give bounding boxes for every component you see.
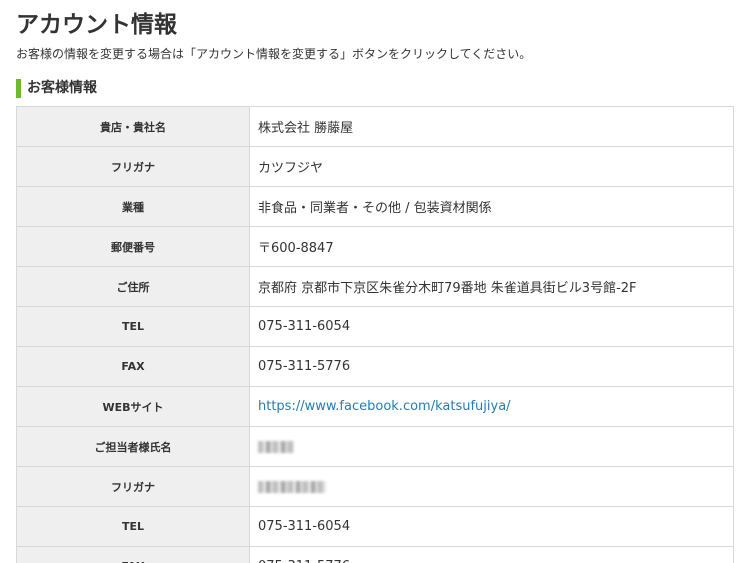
row-value: 075-311-6054 [249, 306, 734, 347]
page-description: お客様の情報を変更する場合は「アカウント情報を変更する」ボタンをクリックしてくだ… [16, 47, 532, 61]
table-row-postal-code: 郵便番号 〒600-8847 [16, 226, 734, 267]
row-value: https://www.facebook.com/katsufujiya/ [249, 386, 734, 427]
row-label: フリガナ [16, 466, 250, 507]
table-row-industry: 業種 非食品・同業者・その他 / 包装資材関係 [16, 186, 734, 227]
table-row-address: ご住所 京都府 京都市下京区朱雀分木町79番地 朱雀道具街ビル3号館-2F [16, 266, 734, 307]
row-label: ご担当者様氏名 [16, 426, 250, 467]
row-label: 貴店・貴社名 [16, 106, 250, 147]
table-row-contact-name: ご担当者様氏名 [16, 426, 734, 467]
customer-info-table: 貴店・貴社名 株式会社 勝藤屋 フリガナ カツフジヤ 業種 非食品・同業者・その… [16, 106, 734, 563]
row-label: FAX [16, 546, 250, 563]
page-title: アカウント情報 [16, 12, 177, 38]
blurred-contact-name [258, 440, 294, 453]
section-heading-customer-info: お客様情報 [16, 79, 97, 98]
row-label: WEBサイト [16, 386, 250, 427]
row-value: 〒600-8847 [249, 226, 734, 267]
row-label: ご住所 [16, 266, 250, 307]
row-value: 075-311-5776 [249, 346, 734, 387]
row-value [249, 466, 734, 507]
row-label: TEL [16, 306, 250, 347]
row-label: FAX [16, 346, 250, 387]
row-value: 075-311-5776 [249, 546, 734, 563]
table-row-contact-tel: TEL 075-311-6054 [16, 506, 734, 547]
table-row-tel: TEL 075-311-6054 [16, 306, 734, 347]
row-value: カツフジヤ [249, 146, 734, 187]
table-row-store-name: 貴店・貴社名 株式会社 勝藤屋 [16, 106, 734, 147]
row-value: 075-311-6054 [249, 506, 734, 547]
blurred-contact-furigana [258, 480, 326, 493]
row-label: 郵便番号 [16, 226, 250, 267]
row-value: 京都府 京都市下京区朱雀分木町79番地 朱雀道具街ビル3号館-2F [249, 266, 734, 307]
row-value: 非食品・同業者・その他 / 包装資材関係 [249, 186, 734, 227]
row-label: TEL [16, 506, 250, 547]
row-value [249, 426, 734, 467]
table-row-furigana: フリガナ カツフジヤ [16, 146, 734, 187]
table-row-website: WEBサイト https://www.facebook.com/katsufuj… [16, 386, 734, 427]
row-label: 業種 [16, 186, 250, 227]
row-value: 株式会社 勝藤屋 [249, 106, 734, 147]
website-link[interactable]: https://www.facebook.com/katsufujiya/ [258, 399, 511, 414]
table-row-fax: FAX 075-311-5776 [16, 346, 734, 387]
table-row-contact-furigana: フリガナ [16, 466, 734, 507]
row-label: フリガナ [16, 146, 250, 187]
table-row-contact-fax: FAX 075-311-5776 [16, 546, 734, 563]
